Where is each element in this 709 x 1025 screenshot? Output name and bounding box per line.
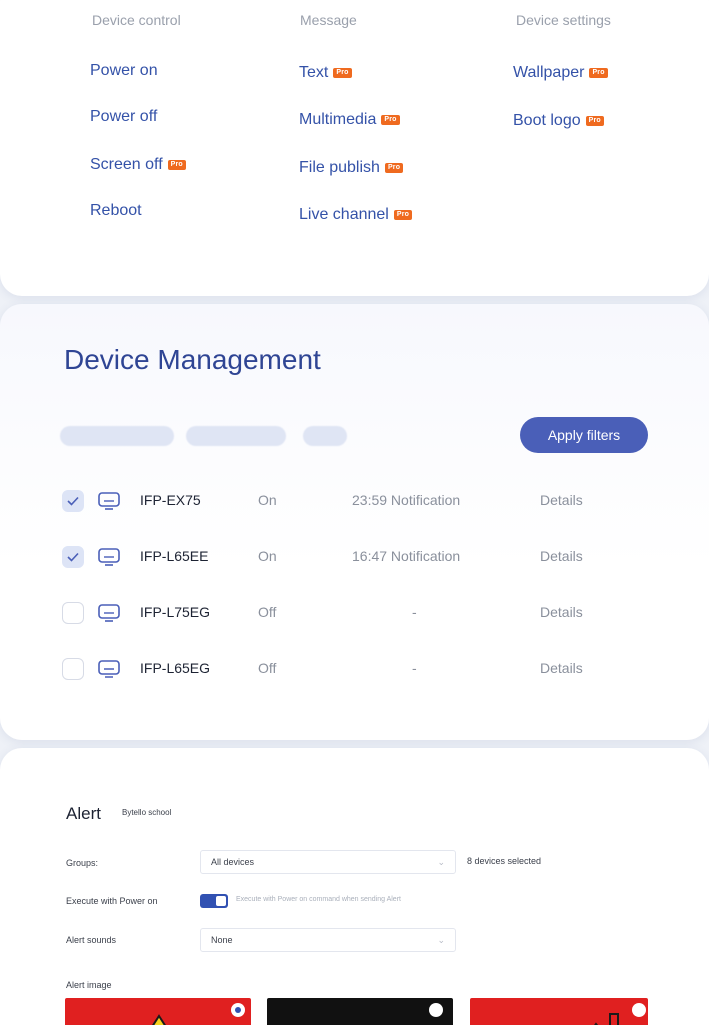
device-name: IFP-L65EG (140, 660, 211, 676)
details-link[interactable]: Details (540, 660, 583, 676)
pro-badge: Pro (393, 210, 413, 220)
alert-image-label: Alert image (66, 980, 112, 990)
groups-select[interactable]: All devices ⌄ (200, 850, 456, 874)
groups-label: Groups: (66, 858, 99, 868)
alert-image-option[interactable] (470, 998, 648, 1025)
monitor-icon (98, 660, 120, 678)
filter-chip[interactable] (60, 426, 174, 446)
devices-selected-count: 8 devices selected (467, 856, 542, 866)
table-row[interactable]: IFP-L65EG Off - Details (0, 654, 709, 684)
filter-chip[interactable] (303, 426, 347, 446)
device-notification: - (412, 604, 417, 620)
row-checkbox[interactable] (62, 490, 84, 512)
pro-badge: Pro (333, 68, 352, 78)
pro-badge: Pro (585, 116, 604, 126)
table-row[interactable]: IFP-EX75 On 23:59 Notification Details (0, 486, 709, 516)
file-publish-link[interactable]: File publish Pro (299, 159, 404, 177)
reboot-link[interactable]: Reboot (90, 202, 142, 220)
check-icon (67, 496, 79, 506)
chevron-down-icon: ⌄ (437, 857, 445, 867)
pro-badge: Pro (589, 68, 608, 78)
device-notification: - (412, 660, 417, 676)
pro-badge: Pro (381, 115, 400, 125)
alert-image-option[interactable] (65, 998, 251, 1025)
groups-select-value: All devices (211, 857, 255, 867)
device-name: IFP-L75EG (140, 604, 211, 620)
alert-sounds-label: Alert sounds (66, 935, 117, 945)
school-name: Bytello school (122, 808, 172, 817)
live-channel-link[interactable]: Live channel Pro (299, 206, 413, 224)
execute-power-on-toggle[interactable] (200, 894, 228, 908)
row-checkbox[interactable] (62, 658, 84, 680)
column-heading-message: Message (300, 12, 357, 28)
screen-off-link[interactable]: Screen off Pro (90, 156, 186, 174)
device-command-panel: Device control Message Device settings P… (0, 0, 709, 296)
row-checkbox[interactable] (62, 602, 84, 624)
monitor-icon (98, 548, 120, 566)
execute-power-on-label: Execute with Power on (66, 896, 158, 906)
alert-image-option[interactable] (267, 998, 453, 1025)
power-on-link[interactable]: Power on (90, 62, 158, 80)
execute-power-on-description: Execute with Power on command when sendi… (236, 896, 401, 903)
multimedia-link[interactable]: Multimedia Pro (299, 111, 400, 129)
apply-filters-button[interactable]: Apply filters (520, 417, 648, 453)
wallpaper-link[interactable]: Wallpaper Pro (513, 64, 608, 82)
device-state: On (258, 492, 277, 508)
details-link[interactable]: Details (540, 548, 583, 564)
alert-panel: Alert Bytello school Groups: All devices… (0, 748, 709, 1025)
text-message-link[interactable]: Text Pro (299, 64, 352, 82)
device-state: Off (258, 660, 277, 676)
details-link[interactable]: Details (540, 492, 583, 508)
pro-badge: Pro (167, 160, 186, 170)
alert-title: Alert (66, 804, 101, 823)
device-name: IFP-EX75 (140, 492, 201, 508)
monitor-icon (98, 492, 120, 510)
table-row[interactable]: IFP-L75EG Off - Details (0, 598, 709, 628)
power-off-link[interactable]: Power off (90, 108, 157, 126)
device-name: IFP-L65EE (140, 548, 209, 564)
table-row[interactable]: IFP-L65EE On 16:47 Notification Details (0, 542, 709, 572)
device-notification: 16:47 Notification (352, 548, 461, 564)
column-heading-device-settings: Device settings (516, 12, 611, 28)
alert-image-radio[interactable] (632, 1003, 646, 1017)
page-title: Device Management (64, 344, 321, 375)
monitor-icon (98, 604, 120, 622)
alert-sounds-select[interactable]: None ⌄ (200, 928, 456, 952)
alert-sounds-value: None (211, 935, 233, 945)
details-link[interactable]: Details (540, 604, 583, 620)
filter-chip[interactable] (186, 426, 286, 446)
column-heading-device-control: Device control (92, 12, 181, 28)
device-management-panel: Device Management Apply filters IFP-EX75… (0, 304, 709, 740)
pro-badge: Pro (384, 163, 404, 173)
warning-icon (152, 1014, 166, 1025)
alert-image-radio[interactable] (429, 1003, 443, 1017)
chevron-down-icon: ⌄ (437, 935, 445, 945)
alert-illustration-icon (594, 1013, 619, 1025)
row-checkbox[interactable] (62, 546, 84, 568)
alert-image-radio[interactable] (231, 1003, 245, 1017)
check-icon (67, 552, 79, 562)
boot-logo-link[interactable]: Boot logo Pro (513, 112, 604, 130)
device-state: Off (258, 604, 277, 620)
device-state: On (258, 548, 277, 564)
device-notification: 23:59 Notification (352, 492, 461, 508)
